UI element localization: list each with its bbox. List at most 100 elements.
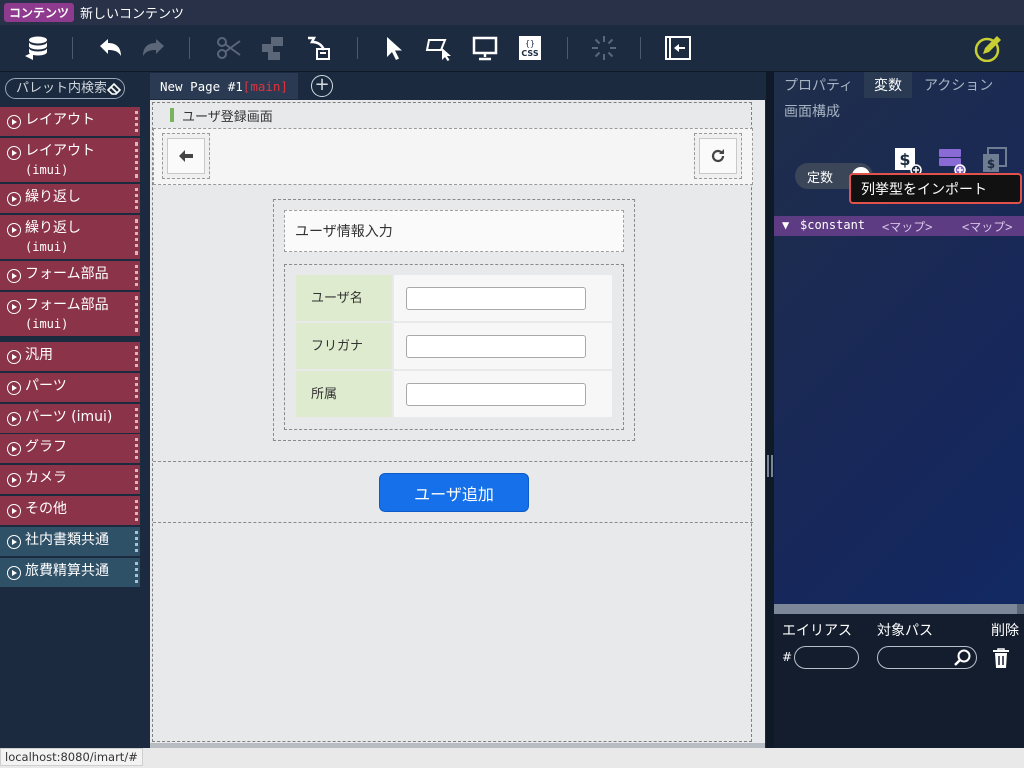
- furigana-input[interactable]: [406, 335, 586, 358]
- alias-input[interactable]: [794, 646, 859, 669]
- form-title[interactable]: ユーザ情報入力: [284, 210, 624, 252]
- copy-icon[interactable]: [258, 33, 288, 63]
- design-canvas[interactable]: ユーザ登録画面 ユーザ情報入力 ユーザ名 フリガナ 所属 ユーザ追加: [150, 100, 765, 752]
- drag-handle[interactable]: [135, 469, 138, 490]
- palette-item-form-parts-imui[interactable]: フォーム部品 (imui): [0, 292, 140, 337]
- database-icon[interactable]: [22, 33, 52, 63]
- palette-item-parts-imui[interactable]: パーツ (imui): [0, 404, 140, 434]
- path-header: 対象パス: [877, 623, 933, 639]
- form-table[interactable]: ユーザ名 フリガナ 所属: [284, 264, 624, 430]
- svg-text:$: $: [899, 150, 910, 169]
- trash-icon[interactable]: [991, 647, 1011, 669]
- splitter-grip-icon[interactable]: [767, 455, 773, 477]
- drag-handle[interactable]: [135, 531, 138, 552]
- add-variable-icon[interactable]: $: [892, 146, 922, 176]
- drag-handle[interactable]: [135, 408, 138, 429]
- palette-item-layout-imui[interactable]: レイアウト (imui): [0, 138, 140, 183]
- form-label: ユーザ名: [296, 275, 392, 321]
- drag-handle[interactable]: [135, 142, 138, 178]
- page-header: ユーザ登録画面: [153, 103, 753, 127]
- tab-new-page-1[interactable]: New Page #1 [main]: [150, 73, 298, 99]
- form-label: フリガナ: [296, 323, 392, 369]
- horizontal-scrollbar[interactable]: [774, 604, 1024, 614]
- button-area[interactable]: ユーザ追加: [153, 461, 753, 523]
- redo-icon[interactable]: [139, 33, 169, 63]
- palette-item-travel-expense[interactable]: 旅費精算共通: [0, 558, 140, 588]
- drag-handle[interactable]: [135, 377, 138, 398]
- expand-triangle-icon[interactable]: ▼: [782, 218, 789, 232]
- department-input[interactable]: [406, 383, 586, 406]
- refresh-button[interactable]: [694, 133, 742, 179]
- constant-variable-row[interactable]: ▼ $constant <マップ> <マップ>: [774, 216, 1024, 236]
- loading-spinner-icon[interactable]: [589, 33, 619, 63]
- page-title: ユーザ登録画面: [182, 109, 273, 125]
- edit-pen-icon[interactable]: [972, 33, 1002, 63]
- drag-handle[interactable]: [135, 500, 138, 521]
- header-nav-area[interactable]: [153, 128, 753, 185]
- drag-handle[interactable]: [135, 346, 138, 367]
- content-badge: コンテンツ: [4, 3, 75, 22]
- drag-handle[interactable]: [135, 265, 138, 286]
- drag-handle[interactable]: [135, 219, 138, 255]
- palette-item-repeat-imui[interactable]: 繰り返し (imui): [0, 215, 140, 260]
- palette-item-parts[interactable]: パーツ: [0, 373, 140, 403]
- play-circle-icon: [7, 146, 21, 160]
- drag-handle[interactable]: [135, 296, 138, 332]
- toolbar-separator: [567, 37, 568, 59]
- play-circle-icon: [7, 269, 21, 283]
- palette-item-repeat[interactable]: 繰り返し: [0, 184, 140, 214]
- username-input[interactable]: [406, 287, 586, 310]
- select-arrow-icon[interactable]: [380, 33, 410, 63]
- css-file-icon[interactable]: {} CSS: [515, 33, 545, 63]
- form-label: 所属: [296, 371, 392, 417]
- panel-splitter[interactable]: [766, 72, 774, 748]
- drag-handle[interactable]: [135, 111, 138, 132]
- status-url: localhost:8080/imart/#: [0, 748, 143, 766]
- form-container[interactable]: ユーザ情報入力 ユーザ名 フリガナ 所属: [273, 199, 635, 441]
- palette-item-other[interactable]: その他: [0, 496, 140, 526]
- toolbar-separator: [357, 37, 358, 59]
- import-variable-icon[interactable]: $: [980, 146, 1010, 176]
- palette-item-layout[interactable]: レイアウト: [0, 107, 140, 137]
- palette-item-camera[interactable]: カメラ: [0, 465, 140, 495]
- search-icon[interactable]: [953, 648, 973, 668]
- form-row-username: ユーザ名: [296, 275, 612, 321]
- area-select-icon[interactable]: [424, 33, 454, 63]
- play-circle-icon: [7, 504, 21, 518]
- palette-item-general[interactable]: 汎用: [0, 342, 140, 372]
- play-circle-icon: [7, 192, 21, 206]
- palette-item-form-parts[interactable]: フォーム部品: [0, 261, 140, 291]
- tab-actions[interactable]: アクション: [914, 72, 1003, 98]
- drag-handle[interactable]: [135, 562, 138, 583]
- tab-properties[interactable]: プロパティ: [774, 72, 863, 98]
- drag-handle[interactable]: [135, 438, 138, 459]
- target-path-input[interactable]: [877, 646, 977, 669]
- tab-variables[interactable]: 変数: [864, 72, 912, 98]
- page-container[interactable]: ユーザ登録画面 ユーザ情報入力 ユーザ名 フリガナ 所属 ユーザ追加: [152, 102, 753, 742]
- paste-icon[interactable]: [304, 33, 334, 63]
- add-user-button[interactable]: ユーザ追加: [379, 473, 529, 512]
- back-button[interactable]: [162, 133, 210, 179]
- palette-item-graph[interactable]: グラフ: [0, 434, 140, 464]
- tab-screen-structure[interactable]: 画面構成: [774, 98, 850, 124]
- drag-handle[interactable]: [135, 188, 138, 209]
- page-tab-bar: New Page #1 [main] +: [150, 72, 765, 99]
- add-tab-icon[interactable]: +: [311, 75, 333, 97]
- delete-header: 削除: [991, 623, 1019, 639]
- preview-monitor-icon[interactable]: [470, 33, 500, 63]
- toolbar-separator: [189, 37, 190, 59]
- toolbar-separator: [640, 37, 641, 59]
- play-circle-icon: [7, 350, 21, 364]
- add-record-icon[interactable]: [936, 146, 966, 176]
- svg-text:{}: {}: [525, 39, 535, 48]
- palette-item-internal-docs[interactable]: 社内書類共通: [0, 527, 140, 557]
- palette-search-input[interactable]: [6, 79, 106, 98]
- exit-panel-icon[interactable]: [663, 33, 693, 63]
- hash-label: #: [782, 650, 793, 664]
- undo-icon[interactable]: [95, 33, 125, 63]
- component-palette: レイアウト レイアウト(imui) 繰り返し 繰り返し(imui) フォーム部品…: [0, 72, 140, 748]
- eraser-icon[interactable]: [106, 80, 123, 97]
- scrollbar-thumb[interactable]: [774, 604, 1017, 614]
- cut-icon[interactable]: [214, 33, 244, 63]
- play-circle-icon: [7, 381, 21, 395]
